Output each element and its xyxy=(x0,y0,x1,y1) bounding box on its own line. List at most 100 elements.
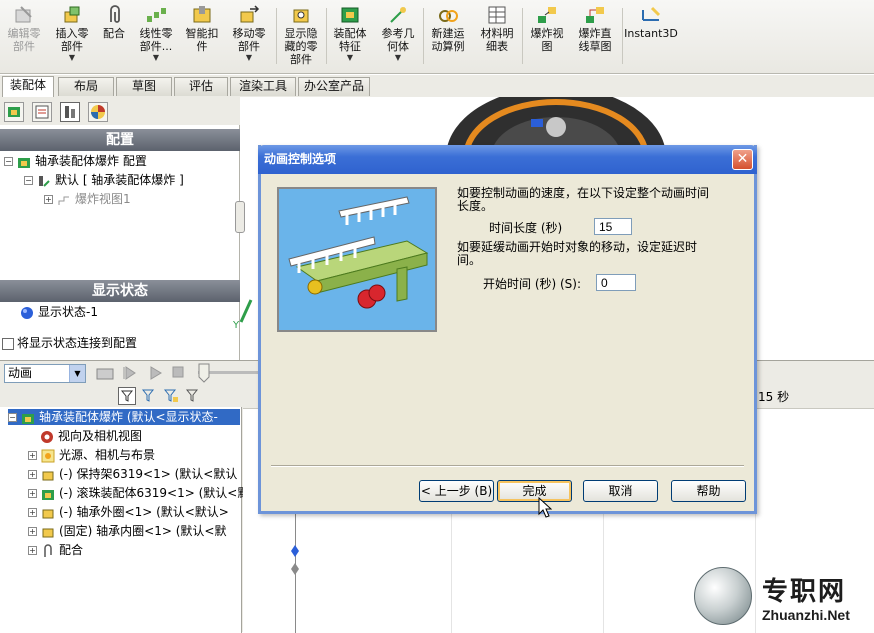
checkbox[interactable] xyxy=(2,337,14,350)
close-button[interactable]: ✕ xyxy=(732,149,753,170)
reference-geometry-button[interactable]: 参考几 何体 ▼ xyxy=(376,4,420,70)
feature-manager-tab[interactable] xyxy=(4,102,24,122)
play-icon[interactable] xyxy=(148,365,162,381)
back-button[interactable]: < 上一步 (B) xyxy=(419,480,494,502)
filter-icon[interactable] xyxy=(118,387,136,405)
move-component-icon xyxy=(238,4,260,26)
chevron-down-icon[interactable]: ▼ xyxy=(395,53,401,62)
show-hidden-components-button[interactable]: 显示隐 藏的零 部件 xyxy=(280,4,322,70)
expand-icon[interactable]: + xyxy=(28,508,37,517)
expand-icon[interactable]: + xyxy=(28,527,37,536)
configuration-manager-tab[interactable] xyxy=(60,102,80,122)
stop-icon[interactable] xyxy=(172,366,184,378)
explode-line-sketch-button[interactable]: 爆炸直 线草图 xyxy=(572,4,618,70)
property-manager-tab[interactable] xyxy=(32,102,52,122)
show-hidden-icon xyxy=(290,4,312,26)
key-points[interactable] xyxy=(289,543,301,579)
dialog-titlebar[interactable]: 动画控制选项 ✕ xyxy=(258,145,757,174)
bill-of-materials-label: 材料明 细表 xyxy=(480,27,514,53)
tab-assembly[interactable]: 装配体 xyxy=(2,76,54,97)
tree-root-assembly[interactable]: − 轴承装配体爆炸 (默认<显示状态- xyxy=(8,409,240,425)
tab-sketch[interactable]: 草图 xyxy=(116,77,172,96)
display-manager-tab[interactable] xyxy=(88,102,108,122)
instant3d-label: Instant3D xyxy=(624,27,678,40)
collapse-icon[interactable]: − xyxy=(4,157,13,166)
calculate-icon[interactable] xyxy=(96,365,114,381)
explode-view-item[interactable]: + 爆炸视图1 xyxy=(44,191,131,207)
play-from-start-icon[interactable] xyxy=(122,365,136,381)
finish-button[interactable]: 完成 xyxy=(497,480,572,502)
assembly-features-button[interactable]: 装配体 特征 ▼ xyxy=(330,4,370,70)
tree-item-ball-assembly[interactable]: + (-) 滚珠装配体6319<1> (默认<默 xyxy=(28,485,249,501)
instant3d-button[interactable]: Instant3D xyxy=(624,4,678,70)
duration-input[interactable] xyxy=(594,218,632,235)
blue-ball-icon xyxy=(21,306,33,319)
chevron-down-icon[interactable]: ▼ xyxy=(246,53,252,62)
panel-collapse-handle[interactable] xyxy=(235,201,245,233)
panel-tabs xyxy=(0,97,240,125)
explode-view-label: 爆炸视图1 xyxy=(75,192,131,206)
expand-icon[interactable]: + xyxy=(28,489,37,498)
assembly-icon xyxy=(18,157,30,168)
tree-item-label: (-) 滚珠装配体6319<1> (默认<默 xyxy=(59,486,250,500)
lights-icon xyxy=(41,449,55,462)
collapse-icon[interactable]: − xyxy=(24,176,33,185)
tree-item-inner-ring[interactable]: + (固定) 轴承内圈<1> (默认<默 xyxy=(28,523,226,539)
tab-evaluate[interactable]: 评估 xyxy=(174,77,228,96)
smart-fasteners-button[interactable]: 智能扣 件 xyxy=(182,4,222,70)
tree-item-cage[interactable]: + (-) 保持架6319<1> (默认<默认 xyxy=(28,466,237,482)
tree-item-view-camera[interactable]: 视向及相机视图 xyxy=(40,428,142,444)
tab-office-products[interactable]: 办公室产品 xyxy=(298,77,370,96)
expand-icon[interactable]: + xyxy=(28,451,37,460)
tree-item-outer-ring[interactable]: + (-) 轴承外圈<1> (默认<默认> xyxy=(28,504,229,520)
chevron-down-icon[interactable]: ▼ xyxy=(69,365,85,382)
exploded-view-icon xyxy=(536,4,558,26)
chevron-down-icon[interactable]: ▼ xyxy=(153,53,159,62)
help-button[interactable]: 帮助 xyxy=(671,480,746,502)
linear-pattern-button[interactable]: 线性零 部件... ▼ xyxy=(134,4,178,70)
config-root-item[interactable]: − 轴承装配体爆炸 配置 xyxy=(4,153,147,169)
display-state-item[interactable]: 显示状态-1 xyxy=(20,304,98,320)
command-tabs: 装配体 布局 草图 评估 渲染工具 办公室产品 xyxy=(0,75,874,97)
expand-icon[interactable]: + xyxy=(28,470,37,479)
animation-options-dialog: 动画控制选项 ✕ 如要控制动画的速度，在以下设定整个动画时间长度。 时间长度 (… xyxy=(258,145,757,514)
edit-component-button[interactable]: 编辑零 部件 xyxy=(4,4,44,70)
explode-line-sketch-icon xyxy=(584,4,606,26)
collapse-icon[interactable]: − xyxy=(8,413,17,422)
insert-component-icon xyxy=(61,4,83,26)
bill-of-materials-button[interactable]: 材料明 细表 xyxy=(476,4,518,70)
camera-view-icon xyxy=(41,430,53,443)
chevron-down-icon[interactable]: ▼ xyxy=(69,53,75,62)
tree-item-label: (-) 轴承外圈<1> (默认<默认> xyxy=(59,505,229,519)
part-icon xyxy=(42,471,54,480)
linear-pattern-label: 线性零 部件... xyxy=(139,27,173,53)
reference-geometry-label: 参考几 何体 xyxy=(381,27,415,53)
new-motion-study-button[interactable]: 新建运 动算例 xyxy=(426,4,470,70)
tab-layout[interactable]: 布局 xyxy=(58,77,114,96)
filter-selected-icon[interactable] xyxy=(184,387,202,405)
slider-thumb[interactable] xyxy=(198,363,210,383)
dialog-content: 如要控制动画的速度，在以下设定整个动画时间长度。 时间长度 (秒) 如要延缓动画… xyxy=(261,174,754,511)
expand-icon[interactable]: + xyxy=(28,546,37,555)
time-ruler-label: 15 秒 xyxy=(758,390,790,404)
move-component-button[interactable]: 移动零 部件 ▼ xyxy=(227,4,271,70)
default-config-item[interactable]: − 默认 [ 轴承装配体爆炸 ] xyxy=(24,172,184,188)
filter-driving-icon[interactable] xyxy=(162,387,180,405)
study-type-select[interactable]: 动画 ▼ xyxy=(4,364,86,383)
chevron-down-icon[interactable]: ▼ xyxy=(347,53,353,62)
tree-root-label: 轴承装配体爆炸 (默认<显示状态- xyxy=(39,410,218,424)
insert-component-button[interactable]: 插入零 部件 ▼ xyxy=(50,4,94,70)
expand-icon[interactable]: + xyxy=(44,195,53,204)
mate-button[interactable]: 配合 xyxy=(98,4,130,70)
tree-item-lights[interactable]: + 光源、相机与布景 xyxy=(28,447,155,463)
paperclip-icon xyxy=(103,4,125,26)
tree-item-mates[interactable]: + 配合 xyxy=(28,542,83,558)
tab-render-tools[interactable]: 渲染工具 xyxy=(230,77,296,96)
exploded-view-button[interactable]: 爆炸视 图 xyxy=(526,4,568,70)
link-display-state-checkbox[interactable]: 将显示状态连接到配置 xyxy=(2,335,137,351)
start-time-input[interactable] xyxy=(596,274,636,291)
filter-animated-icon[interactable] xyxy=(140,387,158,405)
animation-preview-image xyxy=(277,187,437,332)
cancel-button[interactable]: 取消 xyxy=(583,480,658,502)
move-component-label: 移动零 部件 xyxy=(232,27,266,53)
